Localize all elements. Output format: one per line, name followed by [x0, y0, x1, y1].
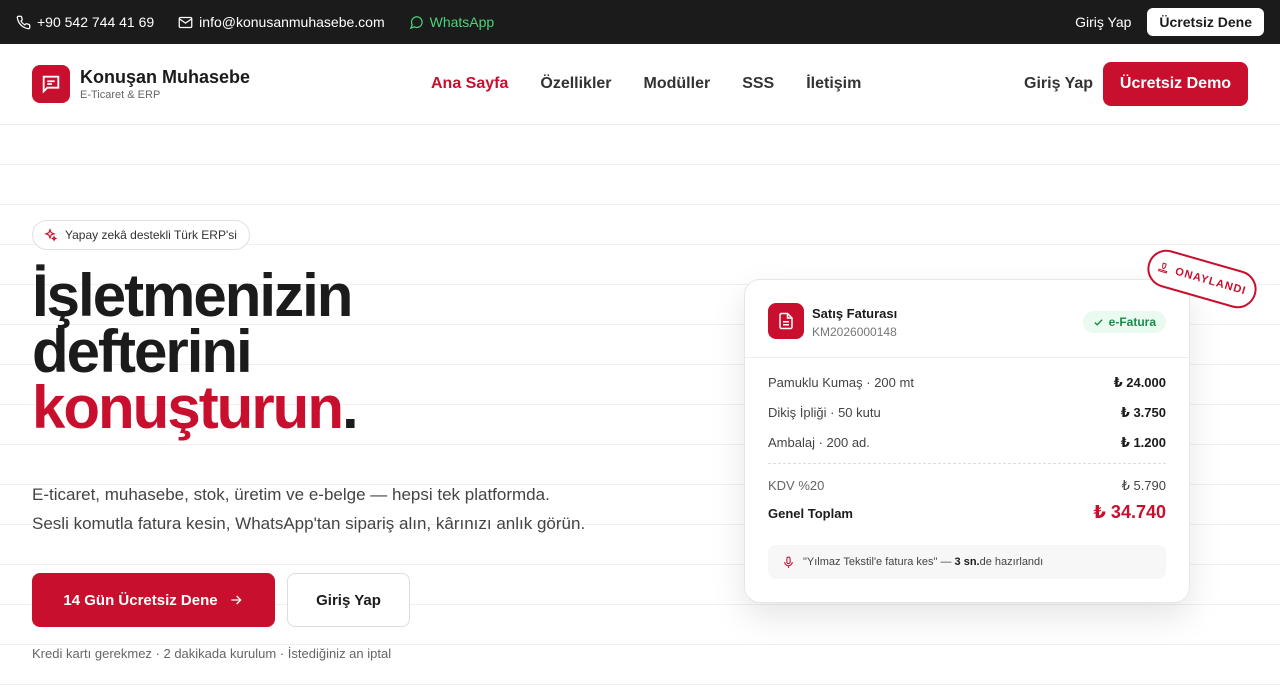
- item-amount: ₺ 24.000: [1113, 375, 1166, 390]
- invoice-title: Satış Faturası: [812, 306, 898, 321]
- voice-quote: "Yılmaz Tekstil'e fatura kes" —: [803, 556, 952, 568]
- item-label: Pamuklu Kumaş · 200 mt: [768, 375, 914, 390]
- sparkle-icon: [44, 228, 57, 242]
- mail-icon: [178, 16, 193, 28]
- kdv-amount: ₺ 5.790: [1121, 478, 1166, 493]
- total-label: Genel Toplam: [768, 506, 853, 521]
- brand-logo[interactable]: [32, 65, 70, 103]
- header-login-link[interactable]: Giriş Yap: [1024, 75, 1093, 93]
- email-contact[interactable]: info@konusanmuhasebe.com: [178, 14, 385, 30]
- main-header: Konuşan Muhasebe E-Ticaret & ERP Ana Say…: [0, 44, 1280, 125]
- ai-badge-label: Yapay zekâ destekli Türk ERP'si: [65, 228, 237, 242]
- top-bar: +90 542 744 41 69 info@konusanmuhasebe.c…: [0, 0, 1280, 44]
- free-demo-button[interactable]: Ücretsiz Demo: [1103, 62, 1248, 106]
- nav-item-contact[interactable]: İletişim: [806, 75, 861, 93]
- arrow-right-icon: [230, 595, 242, 605]
- item-label: Ambalaj · 200 ad.: [768, 435, 870, 450]
- invoice-line-item: Pamuklu Kumaş · 200 mt ₺ 24.000: [768, 375, 1166, 391]
- efatura-badge: e-Fatura: [1082, 311, 1166, 333]
- whatsapp-label: WhatsApp: [429, 14, 495, 30]
- nav-item-home[interactable]: Ana Sayfa: [431, 75, 508, 93]
- free-trial-button[interactable]: 14 Gün Ücretsiz Dene: [32, 573, 275, 627]
- microphone-icon: [784, 556, 793, 568]
- nav-item-faq[interactable]: SSS: [742, 75, 774, 93]
- total-amount: ₺ 34.740: [1093, 502, 1166, 522]
- headline-line-2: defterini: [32, 318, 253, 385]
- stamp-icon: [1158, 262, 1168, 274]
- phone-contact[interactable]: +90 542 744 41 69: [16, 14, 154, 30]
- whatsapp-link[interactable]: WhatsApp: [409, 14, 495, 30]
- invoice-line-item: Dikiş İpliği · 50 kutu ₺ 3.750: [768, 405, 1166, 421]
- headline-dot: .: [341, 374, 359, 441]
- brand-subtitle: E-Ticaret & ERP: [80, 89, 161, 101]
- brand-name[interactable]: Konuşan Muhasebe: [80, 67, 250, 88]
- nav-item-features[interactable]: Özellikler: [540, 75, 611, 93]
- hero-login-button[interactable]: Giriş Yap: [287, 573, 410, 627]
- headline-line-1: İşletmenizin: [32, 262, 353, 329]
- main-nav: Ana Sayfa Özellikler Modüller SSS İletiş…: [431, 75, 861, 93]
- item-amount: ₺ 3.750: [1120, 405, 1166, 420]
- hero-description: E-ticaret, muhasebe, stok, üretim ve e-b…: [32, 480, 652, 538]
- phone-icon: [16, 15, 31, 29]
- invoice-card: Satış Faturası KM2026000148 e-Fatura Pam…: [744, 279, 1190, 603]
- email-address: info@konusanmuhasebe.com: [199, 14, 385, 30]
- headline-line-3: konuşturun: [32, 374, 344, 441]
- topbar-login-link[interactable]: Giriş Yap: [1075, 14, 1131, 30]
- hero-description-line-2: Sesli komutla fatura kesin, WhatsApp'tan…: [32, 514, 586, 533]
- ai-badge: Yapay zekâ destekli Türk ERP'si: [32, 220, 250, 250]
- whatsapp-icon: [409, 15, 423, 29]
- invoice-divider: [745, 357, 1189, 358]
- item-label: Dikiş İpliği · 50 kutu: [768, 405, 881, 420]
- check-icon: [1094, 318, 1103, 326]
- hero-description-line-1: E-ticaret, muhasebe, stok, üretim ve e-b…: [32, 485, 550, 504]
- invoice-line-item: Ambalaj · 200 ad. ₺ 1.200: [768, 435, 1166, 451]
- kdv-row: KDV %20 ₺ 5.790: [768, 478, 1166, 494]
- invoice-document-icon: [768, 303, 804, 339]
- kdv-label: KDV %20: [768, 478, 825, 493]
- hero-note: Kredi kartı gerekmez · 2 dakikada kurulu…: [32, 646, 392, 661]
- phone-number: +90 542 744 41 69: [37, 14, 155, 30]
- item-amount: ₺ 1.200: [1120, 435, 1166, 450]
- chat-bubble-icon: [42, 75, 60, 94]
- voice-time: 3 sn.: [954, 556, 980, 568]
- invoice-dashed-divider: [768, 463, 1166, 464]
- invoice-number: KM2026000148: [812, 325, 897, 339]
- voice-suffix: de hazırlandı: [979, 556, 1044, 568]
- efatura-label: e-Fatura: [1108, 315, 1156, 329]
- free-trial-label: 14 Gün Ücretsiz Dene: [63, 591, 218, 609]
- hero-headline: İşletmenizin defterini konuşturun.: [32, 262, 359, 438]
- voice-command-note: "Yılmaz Tekstil'e fatura kes" — 3 sn.de …: [768, 545, 1166, 579]
- nav-item-modules[interactable]: Modüller: [644, 75, 711, 93]
- topbar-try-button[interactable]: Ücretsiz Dene: [1147, 8, 1264, 36]
- stamp-label: ONAYLANDI: [1173, 265, 1248, 298]
